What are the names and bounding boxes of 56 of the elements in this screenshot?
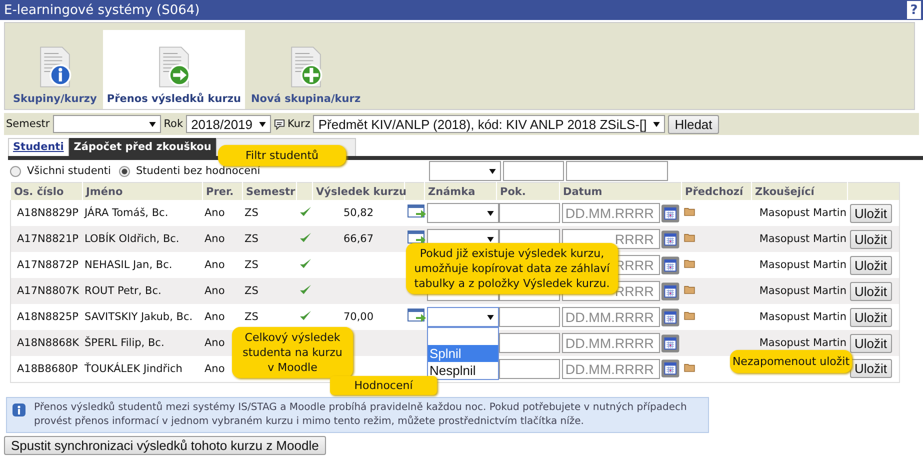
student-name: SAVITSKIY Jakub, Bc. xyxy=(84,311,193,323)
column-header: Jméno xyxy=(86,186,123,198)
semestr-cell: ZS xyxy=(244,207,258,219)
kurz-label: Kurz xyxy=(288,118,310,130)
student-id: A18N8868K xyxy=(17,337,80,349)
column-header: Zkoušející xyxy=(755,186,814,198)
examiner-name: Masopust Martin xyxy=(759,285,846,297)
help-tooltip: Celkový výsledek studenta na kurzu v Moodle xyxy=(232,327,353,378)
student-id: A18N8825P xyxy=(17,311,78,323)
prer-cell: Ano xyxy=(204,362,225,375)
help-tooltip: Nezapomenout uložit xyxy=(730,350,852,373)
examiner-name: Masopust Martin xyxy=(759,207,846,219)
column-header: Známka xyxy=(428,186,476,198)
student-name: JÁRA Tomáš, Bc. xyxy=(84,207,168,219)
prer-cell: Ano xyxy=(204,233,225,245)
examiner-name: Masopust Martin xyxy=(759,337,846,349)
student-name: LOBÍK Oldřich, Bc. xyxy=(84,233,180,245)
prer-cell: Ano xyxy=(204,207,225,219)
examiner-name: Masopust Martin xyxy=(759,311,846,323)
semestr-cell: ZS xyxy=(244,311,258,323)
student-id: A17N8872P xyxy=(17,259,78,271)
student-name: NEHASIL Jan, Bc. xyxy=(84,259,172,271)
help-tooltip: Filtr studentů xyxy=(218,145,346,166)
student-id: A18B8680P xyxy=(17,362,78,375)
student-id: A17N8807K xyxy=(17,285,80,297)
student-id: A18N8829P xyxy=(17,207,78,219)
student-id: A17N8821P xyxy=(17,233,78,245)
prer-cell: Ano xyxy=(204,259,225,271)
column-header: Výsledek kurzu xyxy=(316,186,406,198)
column-header: Semestr xyxy=(246,186,296,198)
column-header: Datum xyxy=(563,186,602,198)
column-header: Předchozí xyxy=(685,186,744,198)
course-result: 70,00 xyxy=(343,311,374,323)
rok-label: Rok xyxy=(164,118,184,130)
semestr-cell: ZS xyxy=(244,259,258,271)
course-result: 66,67 xyxy=(343,233,374,245)
radio-label: Studenti bez hodnocení xyxy=(136,165,260,177)
prer-cell: Ano xyxy=(204,337,225,349)
semestr-label: Semestr xyxy=(6,118,50,130)
column-header: Pok. xyxy=(500,186,526,198)
course-result: 50,82 xyxy=(343,207,374,219)
window-title: E-learningové systémy (S064) xyxy=(4,2,200,18)
help-tooltip: Hodnocení xyxy=(330,376,437,395)
semestr-cell: ZS xyxy=(244,285,258,297)
info-text: Přenos výsledků studentů mezi systémy IS/STAG a Moodle probíhá pravidelně každou noc. Pokud potřebujete v nutných případech provést přenos informací v jednom vybraném kurzu i mimo tento režim, můžete prostřednictvím tlačítka níže. xyxy=(34,400,688,428)
student-name: ŤOUKÁLEK Jindřich xyxy=(84,362,182,375)
column-header: Os. číslo xyxy=(14,186,64,198)
student-name: ROUT Petr, Bc. xyxy=(84,285,162,297)
examiner-name: Masopust Martin xyxy=(759,259,846,271)
student-name: ŠPERL Filip, Bc. xyxy=(84,337,164,349)
semestr-cell: ZS xyxy=(244,233,258,245)
radio-label: Všichni studenti xyxy=(27,165,111,177)
examiner-name: Masopust Martin xyxy=(759,233,846,245)
prer-cell: Ano xyxy=(204,311,225,323)
prer-cell: Ano xyxy=(204,285,225,297)
column-header: Prer. xyxy=(206,186,234,198)
